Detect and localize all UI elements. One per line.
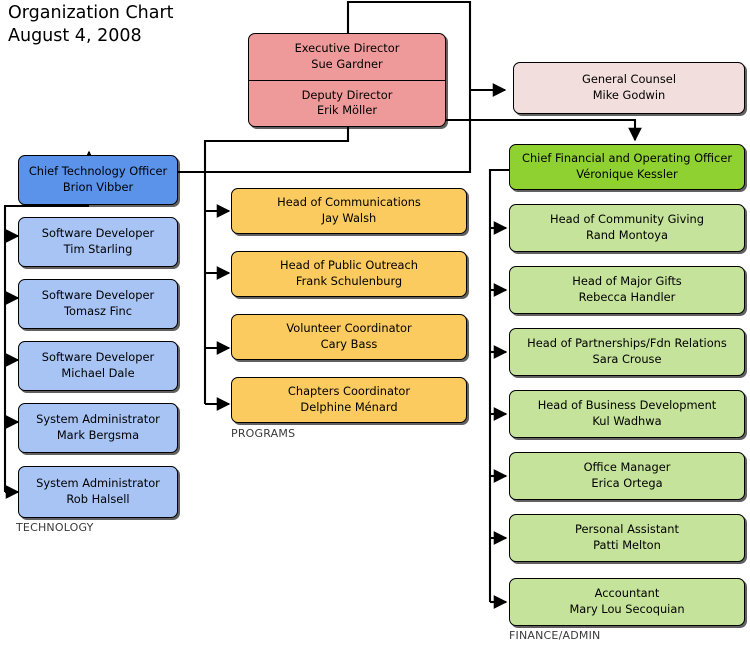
person-label: Patti Melton xyxy=(593,538,661,552)
person-label: Tim Starling xyxy=(63,242,133,256)
node-general-counsel[interactable]: General Counsel Mike Godwin xyxy=(513,62,745,114)
person-label: Mike Godwin xyxy=(592,88,666,102)
node-finance-member[interactable]: Personal Assistant Patti Melton xyxy=(509,514,745,562)
person-label: Cary Bass xyxy=(320,337,378,351)
role-label: Executive Director xyxy=(294,41,400,56)
role-label: Office Manager xyxy=(583,460,671,475)
person-label: Véronique Kessler xyxy=(576,167,678,181)
node-technology-member[interactable]: Software Developer Michael Dale xyxy=(18,341,178,391)
role-label: Deputy Director xyxy=(301,87,393,102)
role-label: System Administrator xyxy=(36,412,160,427)
person-label: Erica Ortega xyxy=(591,476,663,490)
node-finance-member[interactable]: Head of Community Giving Rand Montoya xyxy=(509,204,745,252)
node-technology-member[interactable]: Software Developer Tomasz Finc xyxy=(18,279,178,329)
role-label: Head of Partnerships/Fdn Relations xyxy=(527,336,727,351)
role-label: Head of Major Gifts xyxy=(572,274,682,289)
role-label: Chief Financial and Operating Officer xyxy=(521,151,733,166)
node-chief-technology-officer[interactable]: Chief Technology Officer Brion Vibber xyxy=(18,155,178,205)
group-label-technology: TECHNOLOGY xyxy=(16,521,94,534)
person-label: Kul Wadhwa xyxy=(592,414,662,428)
group-label-programs: PROGRAMS xyxy=(231,427,296,440)
role-label: System Administrator xyxy=(36,476,160,491)
role-label: Chief Technology Officer xyxy=(28,164,168,179)
person-label: Delphine Ménard xyxy=(300,400,398,414)
person-label: Rob Halsell xyxy=(66,492,130,506)
role-label: Accountant xyxy=(594,586,660,601)
node-finance-member[interactable]: Head of Major Gifts Rebecca Handler xyxy=(509,266,745,314)
node-programs-member[interactable]: Head of Communications Jay Walsh xyxy=(231,188,467,234)
role-label: Software Developer xyxy=(41,350,155,365)
node-finance-member[interactable]: Head of Partnerships/Fdn Relations Sara … xyxy=(509,328,745,376)
person-label: Rand Montoya xyxy=(586,228,668,242)
role-label: Head of Communications xyxy=(277,195,421,210)
role-label: Head of Business Development xyxy=(537,398,717,413)
node-deputy-director[interactable]: Deputy Director Erik Möller xyxy=(249,79,445,127)
role-label: Head of Public Outreach xyxy=(280,258,418,273)
title-line-2: August 4, 2008 xyxy=(8,25,142,46)
node-programs-member[interactable]: Volunteer Coordinator Cary Bass xyxy=(231,314,467,360)
person-label: Mary Lou Secoquian xyxy=(569,602,685,616)
node-programs-member[interactable]: Chapters Coordinator Delphine Ménard xyxy=(231,377,467,423)
role-label: Chapters Coordinator xyxy=(287,384,411,399)
person-label: Michael Dale xyxy=(61,366,135,380)
node-finance-member[interactable]: Head of Business Development Kul Wadhwa xyxy=(509,390,745,438)
person-label: Rebecca Handler xyxy=(578,290,676,304)
node-executive-director-group[interactable]: Executive Director Sue Gardner Deputy Di… xyxy=(248,33,446,127)
person-label: Jay Walsh xyxy=(321,211,377,225)
node-finance-member[interactable]: Office Manager Erica Ortega xyxy=(509,452,745,500)
role-label: Software Developer xyxy=(41,288,155,303)
person-label: Frank Schulenburg xyxy=(295,274,403,288)
group-label-finance-admin: FINANCE/ADMIN xyxy=(509,629,601,642)
node-chief-financial-operating-officer[interactable]: Chief Financial and Operating Officer Vé… xyxy=(509,144,745,190)
node-finance-member[interactable]: Accountant Mary Lou Secoquian xyxy=(509,578,745,626)
role-label: Head of Community Giving xyxy=(550,212,704,227)
node-technology-member[interactable]: System Administrator Rob Halsell xyxy=(18,466,178,518)
title-line-1: Organization Chart xyxy=(8,3,174,23)
node-technology-member[interactable]: System Administrator Mark Bergsma xyxy=(18,403,178,453)
person-label: Sue Gardner xyxy=(311,56,383,71)
role-label: Software Developer xyxy=(41,226,155,241)
person-label: Mark Bergsma xyxy=(56,428,140,442)
role-label: Volunteer Coordinator xyxy=(286,321,412,336)
person-label: Erik Möller xyxy=(316,103,378,118)
person-label: Brion Vibber xyxy=(62,180,134,194)
role-label: Personal Assistant xyxy=(575,522,679,537)
node-programs-member[interactable]: Head of Public Outreach Frank Schulenbur… xyxy=(231,251,467,297)
person-label: Sara Crouse xyxy=(592,352,662,366)
page-title: Organization Chart August 4, 2008 xyxy=(8,2,174,48)
person-label: Tomasz Finc xyxy=(64,304,132,318)
node-executive-director[interactable]: Executive Director Sue Gardner xyxy=(249,34,445,80)
role-label: General Counsel xyxy=(582,72,676,87)
org-chart-canvas: Organization Chart August 4, 2008 Execut… xyxy=(0,0,750,652)
node-technology-member[interactable]: Software Developer Tim Starling xyxy=(18,217,178,267)
